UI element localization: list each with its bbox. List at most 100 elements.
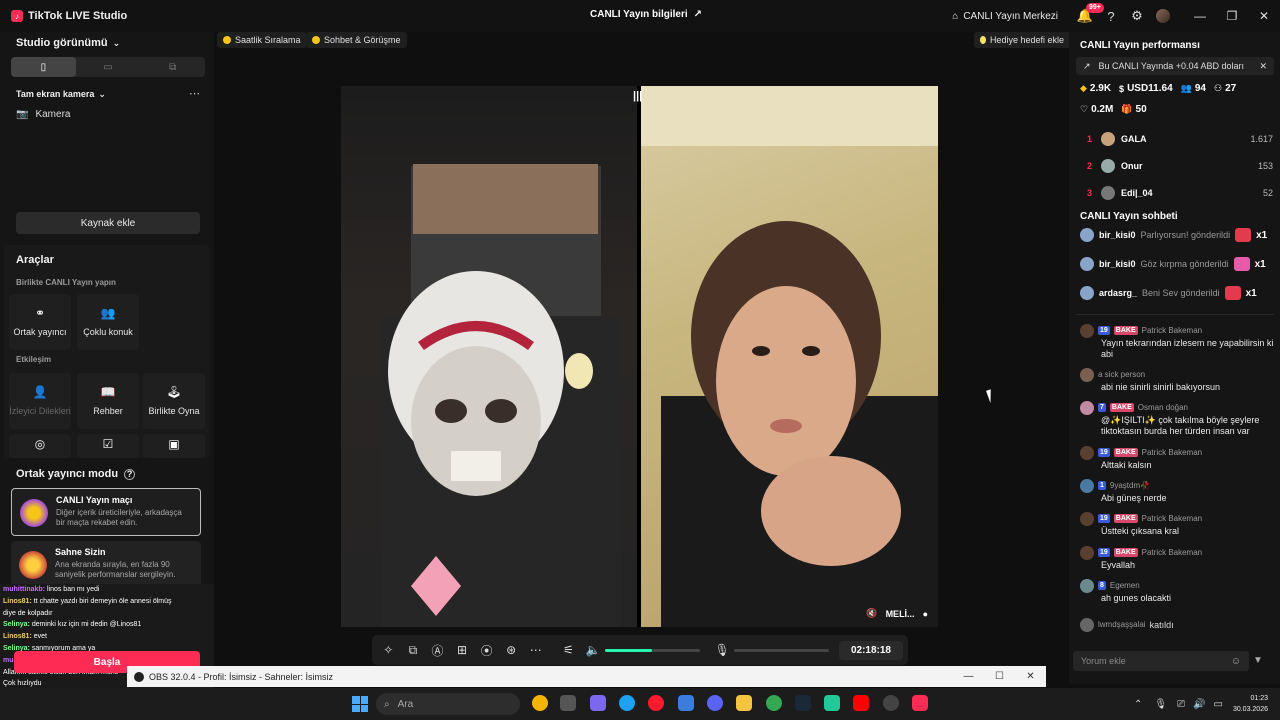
opera-icon[interactable] (648, 695, 664, 711)
gift-icon (1224, 286, 1241, 300)
youtube-icon[interactable] (853, 695, 869, 711)
obs-minimize-button[interactable]: — (953, 671, 984, 682)
chat-message[interactable]: 7 BAKE Osman doğan @✨IŞILTI✨ çok takılma bö… (1080, 400, 1276, 437)
chrome-2-icon[interactable] (766, 695, 782, 711)
help-icon[interactable]: ? (1098, 0, 1124, 32)
follow-icon: ⚇ (1214, 83, 1223, 93)
windows-start-icon[interactable] (352, 696, 368, 712)
settings-gear-icon[interactable]: ⚙ (1124, 0, 1150, 32)
landscape-layout-icon[interactable]: ▭ (76, 57, 141, 77)
camera-switch-icon[interactable]: ⊛ (499, 643, 524, 657)
ai-icon[interactable]: Ⓐ (425, 642, 450, 659)
chat-message[interactable]: 1 9yaştdm🥀 Abi güneş nerde (1080, 478, 1276, 504)
live-match-card[interactable]: CANLI Yayın maçı Diğer içerik üreticiler… (11, 488, 201, 536)
speaker-icon[interactable]: 🔈 (581, 643, 606, 657)
clock[interactable]: 01:23 30.03.2026 (1233, 693, 1268, 715)
chat-message[interactable]: 19 BAKE Patrick Bakeman Üstteki çıksana kra… (1080, 511, 1276, 537)
chat-meet-chip[interactable]: Sohbet & Görüşme (306, 32, 407, 48)
teams-icon[interactable] (590, 695, 606, 711)
ranking-row[interactable]: 2 Onur 153 (1087, 157, 1273, 175)
multi-layout-icon[interactable]: ⧉ (140, 57, 205, 77)
multi-guest-tool[interactable]: 👥 Çoklu konuk (77, 294, 139, 350)
more-icon[interactable]: ⋯ (523, 643, 548, 657)
split-handle-icon[interactable]: ||| (633, 90, 642, 102)
minimize-button[interactable]: — (1184, 0, 1216, 32)
hourly-ranking-chip[interactable]: Saatlik Sıralama (217, 32, 307, 48)
obs-close-button[interactable]: ✕ (1015, 671, 1046, 682)
chevron-up-icon[interactable]: ⌃ (1134, 699, 1142, 710)
box-tool[interactable]: ▣ (143, 434, 205, 458)
gift-goal-chip[interactable]: Hediye hedefi ekle (974, 32, 1071, 48)
app-icon[interactable] (824, 695, 840, 711)
overlay-icon[interactable]: ⊞ (450, 643, 475, 657)
obs-maximize-button[interactable]: ☐ (984, 671, 1015, 682)
poll-tool[interactable]: ◎ (9, 434, 71, 458)
add-source-button[interactable]: Kaynak ekle (16, 212, 200, 234)
speaker-volume-slider[interactable] (605, 648, 700, 652)
studio-view-dropdown[interactable]: Studio görünümü ⌄ (16, 37, 120, 49)
close-icon[interactable]: ✕ (1259, 61, 1267, 72)
book-icon: 📖 (100, 384, 116, 399)
checklist-tool[interactable]: ☑ (77, 434, 139, 458)
scene-label: Tam ekran kamera (16, 89, 95, 99)
display-icon[interactable]: ⎚ (1177, 699, 1185, 710)
scene-dropdown[interactable]: Tam ekran kamera ⌄ (16, 89, 106, 100)
live-center-button[interactable]: ⌂ CANLI Yayın Merkezi (952, 11, 1058, 22)
close-button[interactable]: ✕ (1248, 0, 1280, 32)
stream-control-bar: ✧ ⧉ Ⓐ ⊞ ⦿ ⊛ ⋯ ⚟ 🔈 🎙 02:18:18 (372, 635, 908, 665)
audio-mixer-icon[interactable]: ⚟ (556, 643, 581, 657)
coin-icon (312, 36, 320, 44)
live-info-button[interactable]: CANLI Yayın bilgileri ↗ (590, 9, 702, 20)
taskbar-search[interactable]: ⌕ Ara (376, 693, 520, 715)
store-icon[interactable] (560, 695, 576, 711)
profile-avatar[interactable] (1150, 0, 1176, 32)
guide-tool[interactable]: 📖 Rehber (77, 373, 139, 429)
mute-icon[interactable]: 🔇 (866, 608, 877, 619)
discord-icon[interactable] (707, 695, 723, 711)
emoji-icon[interactable]: ☺ (1231, 656, 1241, 667)
chat-text: Abi güneş nerde (1101, 493, 1167, 503)
effects-icon[interactable]: ⧉ (401, 643, 426, 658)
info-icon[interactable]: ? (124, 468, 136, 480)
stage-card[interactable]: Sahne Sizin Ana ekranda sırayla, en fazl… (11, 541, 201, 589)
edge-icon[interactable] (619, 695, 635, 711)
overlay-chat-user: Linos81: (3, 633, 32, 641)
viewer-wishes-tool[interactable]: 👤 İzleyici Dilekleri (9, 373, 71, 429)
camera-source-item[interactable]: 📷 Kamera (16, 109, 70, 120)
volume-icon[interactable]: 🔊 (1193, 699, 1205, 710)
battery-icon[interactable]: ▭ (1214, 699, 1223, 710)
folder-icon[interactable] (736, 695, 752, 711)
avatar (1080, 257, 1094, 271)
chat-message[interactable]: 19 BAKE Patrick Bakeman Yayın tekrarından i… (1080, 323, 1276, 360)
comment-input[interactable]: Yorum ekle ☺ (1073, 651, 1249, 671)
maximize-button[interactable]: ❐ (1216, 0, 1248, 32)
microphone-icon[interactable]: 🎙 (710, 643, 735, 657)
notification-button[interactable]: 🔔 99+ (1072, 0, 1104, 32)
steam-icon[interactable] (795, 695, 811, 711)
chat-message[interactable]: 19 BAKE Patrick Bakeman Eyvallah (1080, 545, 1276, 571)
chrome-icon[interactable] (532, 695, 548, 711)
cohost-tool[interactable]: ⚭ Ortak yayıncı (9, 294, 71, 350)
record-icon[interactable]: ⦿ (474, 642, 499, 659)
mic-volume-slider[interactable] (734, 648, 829, 652)
ranking-row[interactable]: 3 Edi|_04 52 (1087, 184, 1273, 202)
guest-options-icon[interactable]: ● (923, 609, 928, 619)
likes-value: 0.2M (1091, 104, 1114, 115)
portrait-layout-icon[interactable]: ▯ (11, 57, 76, 77)
ranking-row[interactable]: 1 GALA 1.617 (1087, 130, 1273, 148)
viewers-stat: 👥 94 (1181, 83, 1206, 94)
microphone-tray-icon[interactable]: 🎙 (1154, 699, 1167, 710)
chat-message[interactable]: 19 BAKE Patrick Bakeman Alttaki kalsın (1080, 445, 1276, 471)
tiktok-taskbar-icon[interactable] (912, 695, 928, 711)
chat-message[interactable]: a sick person abi nie sinirli sinirli bak… (1080, 367, 1276, 393)
chat-message[interactable]: 8 Egemen ah gunes olacakti (1080, 578, 1276, 604)
more-options-icon[interactable]: ⋯ (189, 87, 200, 100)
obs-window-bar[interactable]: OBS 32.0.4 - Profil: İsimsiz - Sahneler:… (127, 666, 1046, 687)
likes-stat: ♡ 0.2M (1080, 104, 1113, 115)
magic-wand-icon[interactable]: ✧ (376, 643, 401, 657)
mail-icon[interactable] (678, 695, 694, 711)
filter-icon[interactable]: ▼ (1253, 655, 1263, 666)
obs-taskbar-icon[interactable] (883, 695, 899, 711)
guest-name: MELİ... (885, 608, 915, 619)
play-together-tool[interactable]: 🕹 Birlikte Oyna (143, 373, 205, 429)
